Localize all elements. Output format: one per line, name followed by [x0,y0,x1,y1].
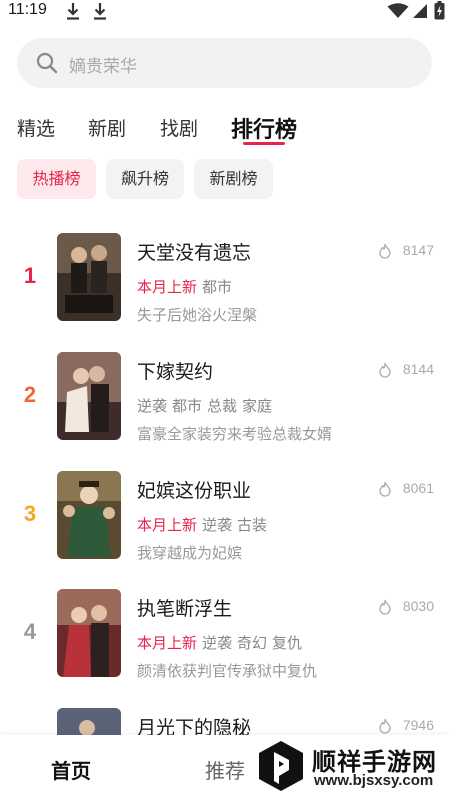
ranking-item[interactable]: 2 下嫁契约 逆袭 都市 总裁 家庭 富豪全家装穷来考验总裁女婿 8144 [0,352,450,462]
search-icon [36,52,58,74]
download-icon [67,3,79,20]
flame-icon [379,243,391,259]
tab-featured[interactable]: 精选 [17,114,55,141]
chip-hot[interactable]: 热播榜 [17,159,96,199]
tab-find-drama[interactable]: 找剧 [160,114,198,141]
drama-tags: 本月上新 逆袭 奇幻 复仇 [137,632,307,653]
drama-tags: 本月上新 逆袭 古装 [137,514,272,535]
drama-description: 失子后她浴火涅槃 [137,306,258,324]
heat-count: 8144 [402,361,434,377]
battery-icon [434,1,445,20]
watermark: 顺祥手游网 www.bjsxsy.com [258,738,448,796]
genre-tag: 奇幻 [237,634,268,652]
drama-poster[interactable] [57,233,121,321]
drama-description: 颜清依获判官传承狱中复仇 [137,662,318,680]
genre-tag: 逆袭 [202,634,233,652]
tab-active-indicator [243,142,285,145]
new-badge: 本月上新 [137,278,198,296]
genre-tag: 古装 [237,516,268,534]
genre-tag: 逆袭 [137,397,168,415]
status-time: 11:19 [8,1,47,18]
drama-title: 下嫁契约 [137,361,214,383]
flame-icon [379,718,391,734]
heat-count: 8061 [402,480,434,496]
rank-number: 1 [23,263,37,288]
ranking-item[interactable]: 1 天堂没有遗忘 本月上新 都市 失子后她浴火涅槃 8147 [0,233,450,343]
genre-tag: 复仇 [272,634,303,652]
download-icon [94,3,106,20]
genre-tag: 逆袭 [202,516,233,534]
drama-poster[interactable] [57,352,121,440]
ranking-item[interactable]: 3 妃嫔这份职业 本月上新 逆袭 古装 我穿越成为妃嫔 8061 [0,471,450,581]
heat-count: 8030 [402,598,434,614]
new-badge: 本月上新 [137,634,198,652]
genre-tag: 都市 [172,397,203,415]
search-placeholder: 嫡贵荣华 [69,57,137,77]
drama-title: 妃嫔这份职业 [137,480,252,502]
status-bar: 11:19 [0,0,450,24]
flame-icon [379,362,391,378]
tab-new-dramas[interactable]: 新剧 [88,114,126,141]
drama-title: 执笔断浮生 [137,598,233,620]
heat-count: 8147 [402,242,434,258]
tab-ranking[interactable]: 排行榜 [231,112,297,144]
rank-number: 4 [23,619,37,644]
heat-count: 7946 [402,717,434,733]
ranking-item[interactable]: 4 执笔断浮生 本月上新 逆袭 奇幻 复仇 颜清依获判官传承狱中复仇 8030 [0,589,450,699]
new-badge: 本月上新 [137,516,198,534]
genre-tag: 都市 [202,278,233,296]
watermark-url: www.bjsxsy.com [314,772,434,789]
genre-tag: 总裁 [207,397,238,415]
nav-recommend[interactable]: 推荐 [205,755,245,784]
drama-description: 富豪全家装穷来考验总裁女婿 [137,425,333,443]
signal-icon [413,4,427,18]
drama-poster[interactable] [57,471,121,559]
flame-icon [379,599,391,615]
flame-icon [379,481,391,497]
rank-number: 3 [23,501,37,526]
nav-home[interactable]: 首页 [51,755,91,784]
wifi-icon [387,3,409,18]
drama-poster[interactable] [57,589,121,677]
drama-tags: 本月上新 都市 [137,276,237,297]
watermark-logo-icon [259,741,303,791]
drama-description: 我穿越成为妃嫔 [137,544,243,562]
drama-tags: 逆袭 都市 总裁 家庭 [137,395,277,416]
chip-new[interactable]: 新剧榜 [194,159,273,199]
genre-tag: 家庭 [242,397,273,415]
drama-title: 天堂没有遗忘 [137,242,252,264]
search-input[interactable]: 嫡贵荣华 [17,38,432,88]
chip-rising[interactable]: 飙升榜 [106,159,184,199]
rank-number: 2 [23,382,37,407]
